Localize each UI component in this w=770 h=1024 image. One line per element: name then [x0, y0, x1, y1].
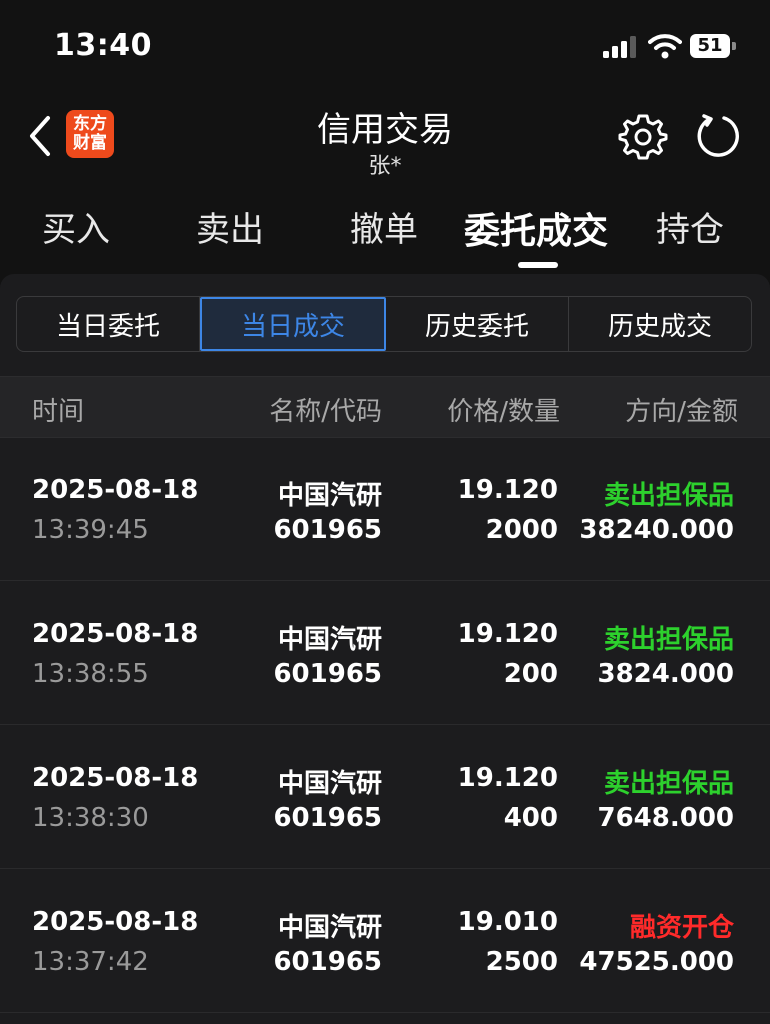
trade-direction: 融资开仓: [629, 913, 734, 943]
stock-code: 601965: [273, 659, 382, 689]
trade-price: 19.120: [457, 619, 558, 649]
trade-time: 13:39:45: [32, 515, 149, 545]
stock-name: 中国汽研: [277, 625, 382, 655]
refresh-icon[interactable]: [694, 112, 742, 160]
stock-code: 601965: [273, 803, 382, 833]
trade-date: 2025-08-18: [32, 619, 199, 649]
cellular-signal-icon: [603, 36, 636, 58]
main-tabs: 买入 卖出 撤单 委托成交 持仓: [0, 196, 770, 272]
stock-code: 601965: [273, 515, 382, 545]
active-tab-indicator: [518, 262, 558, 268]
table-row[interactable]: 2025-08-18 13:39:45 中国汽研 601965 19.120 2…: [0, 437, 770, 581]
trade-quantity: 2500: [485, 947, 558, 977]
trade-date: 2025-08-18: [32, 907, 199, 937]
table-row[interactable]: 2025-08-18 13:37:42 中国汽研 601965 19.010 2…: [0, 869, 770, 1013]
tab-sell[interactable]: 卖出: [196, 202, 264, 251]
trade-quantity: 400: [503, 803, 558, 833]
trade-time: 13:37:42: [32, 947, 149, 977]
column-time: 时间: [32, 397, 85, 427]
gear-icon[interactable]: [618, 112, 668, 162]
tab-buy[interactable]: 买入: [42, 202, 110, 251]
app-header: 东方 财富 信用交易 张*: [0, 90, 770, 186]
stock-code: 601965: [273, 947, 382, 977]
tab-orders-trades[interactable]: 委托成交: [464, 202, 608, 254]
trade-direction: 卖出担保品: [603, 481, 734, 511]
segment-today-trades[interactable]: 当日成交: [200, 297, 386, 351]
stock-name: 中国汽研: [277, 769, 382, 799]
wifi-icon: [648, 34, 682, 59]
trade-amount: 47525.000: [579, 947, 734, 977]
battery-icon: 51: [690, 34, 738, 58]
trade-amount: 3824.000: [597, 659, 734, 689]
trade-date: 2025-08-18: [32, 475, 199, 505]
content-panel: 当日委托 当日成交 历史委托 历史成交 时间 名称/代码 价格/数量 方向/金额…: [0, 274, 770, 1024]
tab-positions[interactable]: 持仓: [656, 202, 724, 251]
trade-direction: 卖出担保品: [603, 769, 734, 799]
table-row[interactable]: 2025-08-18 13:38:55 中国汽研 601965 19.120 2…: [0, 581, 770, 725]
trade-direction: 卖出担保品: [603, 625, 734, 655]
trade-price: 19.120: [457, 763, 558, 793]
status-bar: 13:40 51: [0, 0, 770, 90]
trade-price: 19.120: [457, 475, 558, 505]
trade-time: 13:38:30: [32, 803, 149, 833]
trade-price: 19.010: [457, 907, 558, 937]
segment-today-orders[interactable]: 当日委托: [17, 297, 200, 351]
trade-time: 13:38:55: [32, 659, 149, 689]
column-direction-amount: 方向/金额: [625, 397, 738, 427]
segment-history-trades[interactable]: 历史成交: [569, 297, 751, 351]
column-price-qty: 价格/数量: [447, 397, 560, 427]
column-name-code: 名称/代码: [269, 397, 382, 427]
segment-control: 当日委托 当日成交 历史委托 历史成交: [16, 296, 752, 352]
battery-level: 51: [690, 34, 730, 58]
tab-cancel[interactable]: 撤单: [350, 202, 418, 251]
trade-quantity: 2000: [485, 515, 558, 545]
trade-quantity: 200: [503, 659, 558, 689]
trade-amount: 7648.000: [597, 803, 734, 833]
segment-history-orders[interactable]: 历史委托: [386, 297, 569, 351]
trade-amount: 38240.000: [579, 515, 734, 545]
status-time: 13:40: [54, 28, 152, 63]
stock-name: 中国汽研: [277, 481, 382, 511]
table-header: 时间 名称/代码 价格/数量 方向/金额: [0, 376, 770, 438]
stock-name: 中国汽研: [277, 913, 382, 943]
trade-date: 2025-08-18: [32, 763, 199, 793]
table-row[interactable]: 2025-08-18 13:38:30 中国汽研 601965 19.120 4…: [0, 725, 770, 869]
